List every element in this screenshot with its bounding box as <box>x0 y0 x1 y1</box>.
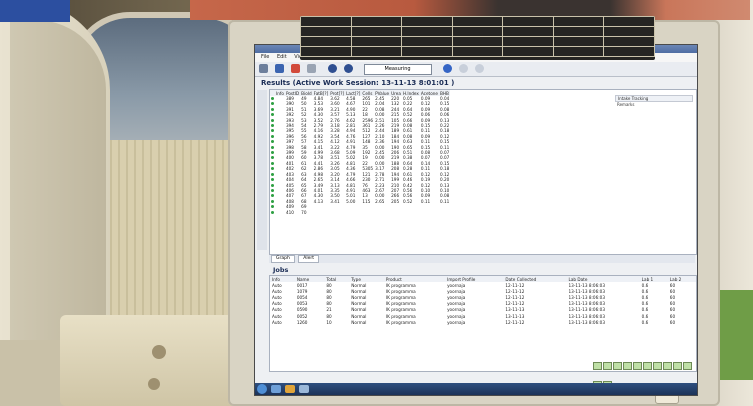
taskbar <box>255 383 697 395</box>
table-cell: Normal <box>351 319 367 325</box>
rack-slot <box>613 362 622 370</box>
status-dot-icon <box>271 183 274 187</box>
rack-slot <box>643 362 652 370</box>
table-cell: 70 <box>301 209 307 215</box>
side-tab-strip[interactable] <box>257 90 267 250</box>
start-button-icon[interactable] <box>257 384 267 394</box>
status-dot-icon <box>271 97 274 100</box>
table-cell <box>420 210 439 215</box>
status-dot-icon <box>271 134 274 138</box>
status-dot-icon <box>271 118 274 122</box>
table-row[interactable]: Auto 1260 10 Normal IK programma yoornaja 12-1… <box>270 319 696 325</box>
status-dot-icon <box>271 210 274 214</box>
table-cell: 5305 <box>362 166 374 172</box>
table-cell <box>439 210 450 215</box>
rack-slot <box>633 362 642 370</box>
table-cell: 0.11 <box>440 198 450 204</box>
table-cell: 10 <box>326 319 332 325</box>
detail-sub: Remarks <box>617 102 635 107</box>
detail-panel: Intake Tracking Remarks <box>615 95 693 107</box>
table-cell: IK programma <box>385 319 416 325</box>
table-cell: 0.06 <box>440 112 450 118</box>
status-dot-icon <box>271 172 274 176</box>
status-field: Measuring <box>363 64 432 75</box>
status-dot-icon <box>271 194 274 198</box>
screw-knob <box>152 345 166 359</box>
sample-rack-indicator <box>593 355 693 389</box>
table-cell <box>345 210 361 215</box>
table-cell: 1260 <box>296 319 308 325</box>
status-dot-icon <box>271 188 274 192</box>
results-column-header[interactable]: Info <box>275 90 285 96</box>
taskbar-window-icon[interactable] <box>299 385 309 393</box>
stop-icon[interactable] <box>291 64 301 73</box>
table-cell: 410 <box>285 209 294 215</box>
status-dot-icon <box>271 102 274 106</box>
monitor-screen: File Edit View Window Help Measuring Res… <box>254 44 698 396</box>
table-cell: 60 <box>669 319 676 325</box>
settings-icon[interactable] <box>307 64 317 73</box>
table-cell <box>313 210 330 215</box>
taskbar-folder-icon[interactable] <box>271 385 281 393</box>
table-cell <box>329 210 345 215</box>
table-cell <box>374 210 390 215</box>
table-cell: 13-11-13 8:06:03 <box>568 319 605 325</box>
home-icon[interactable] <box>275 64 285 73</box>
table-cell <box>390 210 402 215</box>
status-dot-icon <box>271 178 274 182</box>
toolbar: Measuring <box>255 62 697 77</box>
rack-slot <box>683 362 692 370</box>
status-dot-icon <box>271 156 274 160</box>
reference-label-card <box>300 16 655 60</box>
pause-icon[interactable] <box>344 64 354 73</box>
status-dot-icon <box>271 167 274 171</box>
rack-slot <box>653 362 662 370</box>
taskbar-app-icon[interactable] <box>285 385 295 393</box>
bottom-tab-strip: Graph Alert <box>269 255 695 263</box>
table-cell: 0.18 <box>440 166 450 172</box>
play-icon[interactable] <box>328 64 338 73</box>
help-icon[interactable] <box>474 64 484 73</box>
detail-header: Intake Tracking <box>615 95 693 102</box>
table-cell: 0.08 <box>440 193 450 199</box>
status-dot-icon <box>271 161 274 165</box>
rack-slot <box>673 362 682 370</box>
status-dot-icon <box>271 151 274 155</box>
rack-slot <box>623 362 632 370</box>
table-cell <box>275 210 285 215</box>
status-dot-icon <box>271 140 274 144</box>
status-dot-icon <box>271 113 274 117</box>
table-cell: 0.20 <box>440 177 450 183</box>
tab-graph[interactable]: Graph <box>271 255 295 263</box>
rack-slot <box>603 362 612 370</box>
refresh-icon[interactable] <box>442 64 452 73</box>
status-dot-icon <box>271 124 274 128</box>
table-cell <box>402 210 420 215</box>
screw-knob <box>148 378 160 390</box>
status-dot-icon <box>271 199 274 203</box>
table-cell: 0.15 <box>440 139 450 145</box>
status-dot-icon <box>271 107 274 111</box>
blue-panel <box>0 0 70 22</box>
rack-slot <box>593 362 602 370</box>
table-cell: 0.6 <box>641 319 649 325</box>
rack-slot <box>663 362 672 370</box>
menu-file[interactable]: File <box>261 53 269 62</box>
table-cell: yoornaja <box>447 319 466 325</box>
results-title: Results (Active Work Session: 13-11-13 8… <box>261 79 455 87</box>
menu-edit[interactable]: Edit <box>277 53 287 62</box>
status-dot-icon <box>271 205 274 209</box>
table-cell <box>361 210 374 215</box>
jobs-title: Jobs <box>273 266 289 274</box>
table-cell: 12-11-12 <box>505 319 525 325</box>
status-dot-icon <box>271 145 274 149</box>
status-dot-icon <box>271 129 274 133</box>
table-row[interactable]: 410 70 <box>270 210 450 215</box>
results-table: Info PostID BioId FatB[?] Prot[?] Lact[?] Cell… <box>269 89 697 255</box>
table-cell: Auto <box>272 319 282 325</box>
info-icon[interactable] <box>458 64 468 73</box>
tab-alert[interactable]: Alert <box>298 255 319 263</box>
back-icon[interactable] <box>259 64 268 73</box>
